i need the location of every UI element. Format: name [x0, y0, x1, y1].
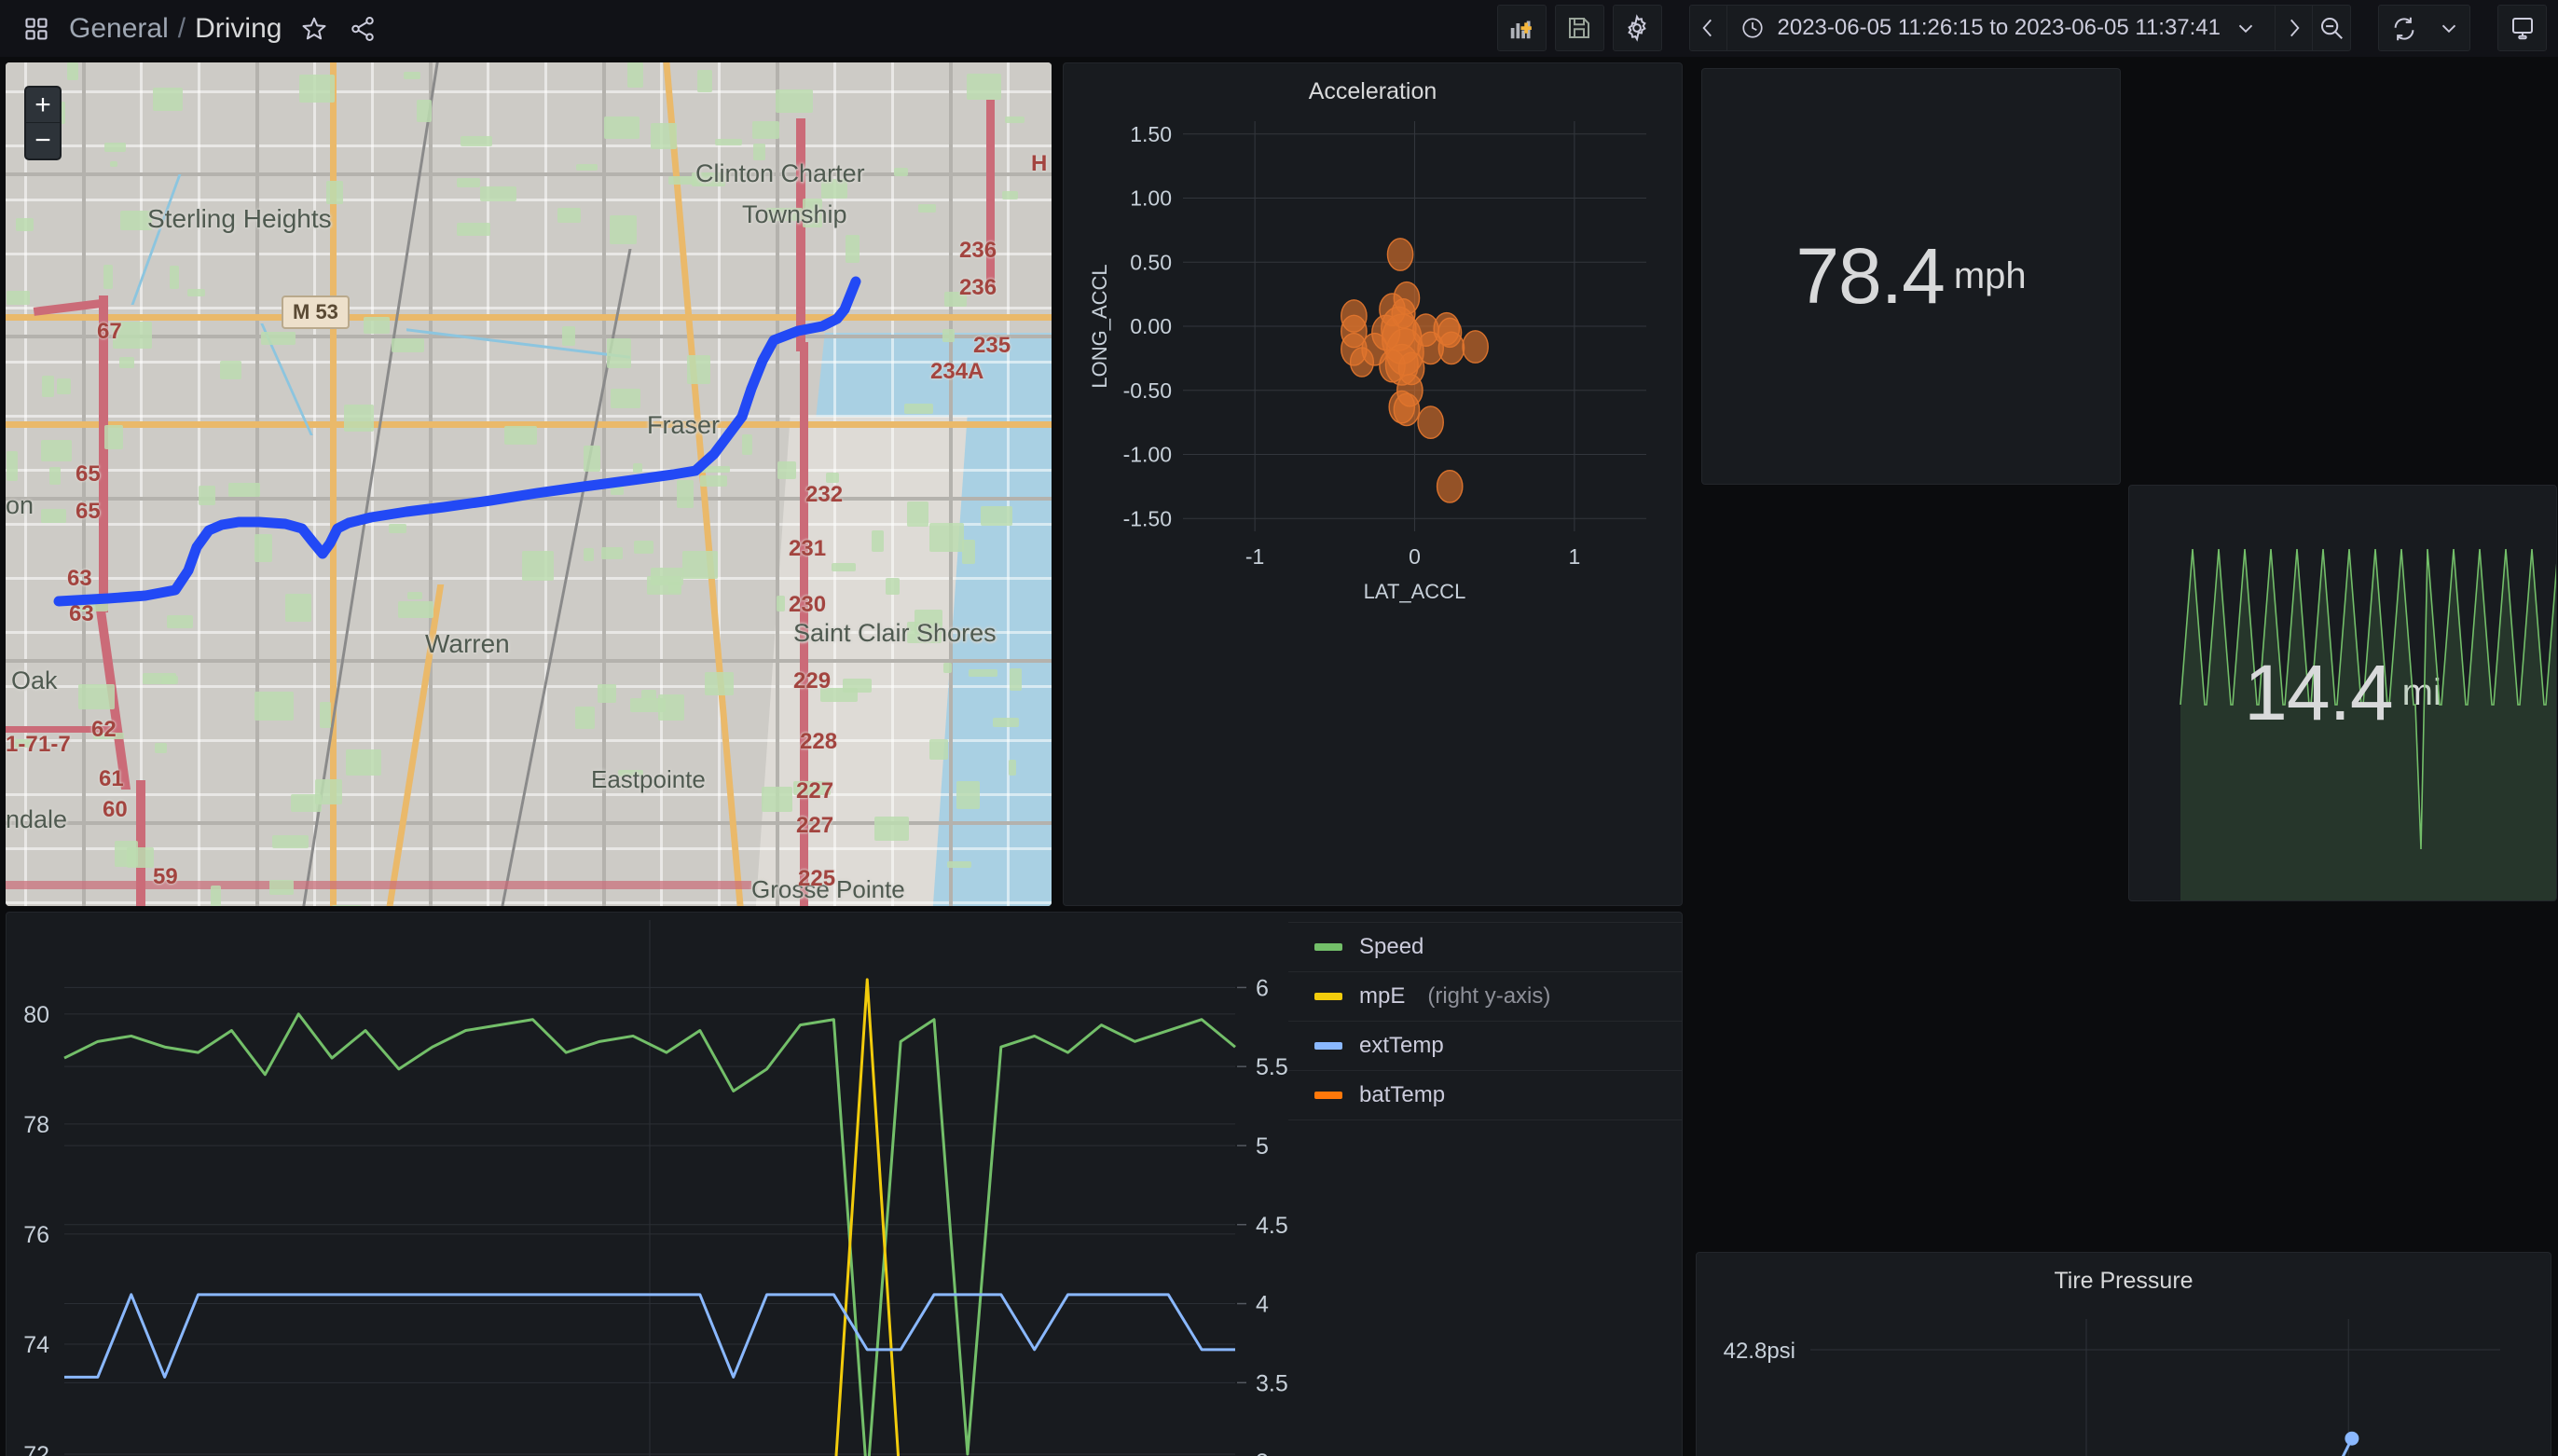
breadcrumb: General / Driving — [21, 13, 378, 45]
map-canvas[interactable]: Sterling Heights Clinton Charter Township F… — [6, 62, 1052, 906]
top-navigation-bar: General / Driving 2023-06-05 11:26:15 to… — [0, 0, 2558, 57]
legend-color-swatch — [1314, 943, 1342, 951]
legend-series-name: batTemp — [1359, 1082, 1446, 1107]
share-icon[interactable] — [347, 13, 378, 45]
panel-acceleration[interactable]: Acceleration 1.50 1.00 0.50 0.00 -0.50 -1.00-… — [1063, 62, 1683, 906]
legend-series-name: mpE — [1359, 983, 1406, 1009]
tv-mode-icon[interactable] — [2497, 5, 2547, 51]
time-range-picker-group: 2023-06-05 11:26:15 to 2023-06-05 11:37:… — [1688, 5, 2351, 51]
chevron-down-icon — [2238, 24, 2253, 34]
dashboard-settings-icon[interactable] — [1612, 5, 1662, 51]
dashboard-grid-icon[interactable] — [21, 13, 52, 45]
stat-value-speed: 78.4 — [1795, 232, 1945, 320]
legend-color-swatch — [1314, 993, 1342, 1000]
map-zoom-controls[interactable]: + − — [24, 86, 62, 160]
svg-text:6: 6 — [1256, 975, 1269, 1001]
panel-title-tire-pressure: Tire Pressure — [2054, 1268, 2194, 1294]
svg-text:80: 80 — [23, 1002, 49, 1028]
svg-text:0: 0 — [1409, 544, 1421, 569]
svg-text:4: 4 — [1256, 1292, 1269, 1318]
legend-series-name: Speed — [1359, 934, 1424, 959]
dashboard-toolbar: 2023-06-05 11:26:15 to 2023-06-05 11:37:… — [1496, 5, 2547, 51]
breadcrumb-dashboard-title[interactable]: Driving — [195, 13, 282, 45]
svg-text:0.00: 0.00 — [1130, 314, 1172, 338]
legend-item[interactable]: extTemp — [1288, 1022, 1682, 1071]
acceleration-scatter-plot[interactable]: 1.50 1.00 0.50 0.00 -0.50 -1.00 -1.50 -1 0 1 LAT_A… — [1064, 93, 1683, 886]
legend-color-swatch — [1314, 1092, 1342, 1099]
panel-stat-distance[interactable]: 14.4 mi — [2128, 485, 2557, 901]
svg-text:5.5: 5.5 — [1256, 1054, 1288, 1080]
svg-text:1.00: 1.00 — [1130, 186, 1172, 211]
svg-text:-1: -1 — [1245, 544, 1264, 569]
legend-series-name: extTemp — [1359, 1033, 1444, 1058]
save-dashboard-icon[interactable] — [1554, 5, 1604, 51]
breadcrumb-separator: / — [177, 12, 186, 44]
timeseries-legend: Speed mpE (right y-axis) extTemp batTemp — [1288, 922, 1682, 1120]
svg-text:3: 3 — [1256, 1449, 1269, 1456]
svg-text:4.5: 4.5 — [1256, 1213, 1288, 1239]
legend-item[interactable]: Speed — [1288, 922, 1682, 972]
legend-axis-note: (right y-axis) — [1427, 983, 1551, 1009]
svg-text:78: 78 — [23, 1112, 49, 1138]
dashboard-grid: Sterling Heights Clinton Charter Township F… — [0, 57, 2558, 1456]
legend-item[interactable]: batTemp — [1288, 1071, 1682, 1120]
svg-text:1.50: 1.50 — [1130, 122, 1172, 146]
time-range-next-button[interactable] — [2276, 6, 2313, 50]
svg-text:1: 1 — [1568, 544, 1580, 569]
refresh-interval-dropdown[interactable] — [2428, 6, 2469, 50]
add-panel-icon[interactable] — [1496, 5, 1547, 51]
stat-value-distance: 14.4 — [2244, 649, 2393, 736]
panel-driving-timeseries[interactable]: 80 78 76 74 72 6 5.5 5 4.5 4 3.5 3 Speed mpE (right y… — [6, 912, 1683, 1456]
time-range-previous-button[interactable] — [1690, 6, 1727, 50]
svg-text:LONG_ACCL: LONG_ACCL — [1088, 264, 1111, 388]
trip-route-polyline — [53, 276, 861, 607]
time-range-label: 2023-06-05 11:26:15 to 2023-06-05 11:37:… — [1777, 15, 2221, 40]
map-zoom-out-button[interactable]: − — [26, 123, 60, 158]
map-zoom-in-button[interactable]: + — [26, 88, 60, 123]
legend-color-swatch — [1314, 1042, 1342, 1050]
svg-text:LAT_ACCL: LAT_ACCL — [1364, 580, 1466, 603]
time-range-picker[interactable]: 2023-06-05 11:26:15 to 2023-06-05 11:37:… — [1727, 6, 2276, 50]
refresh-picker-group — [2378, 5, 2470, 51]
sparkline-power — [1702, 1326, 2121, 1456]
svg-text:-1.50: -1.50 — [1123, 506, 1172, 530]
refresh-icon[interactable] — [2379, 6, 2428, 50]
legend-item[interactable]: mpE (right y-axis) — [1288, 972, 1682, 1022]
panel-trip-map[interactable]: Sterling Heights Clinton Charter Township F… — [6, 62, 1052, 906]
svg-text:72: 72 — [23, 1442, 49, 1456]
svg-text:74: 74 — [23, 1332, 49, 1358]
panel-stat-power[interactable]: 8.4 kW — [1701, 1326, 2121, 1456]
svg-text:76: 76 — [23, 1222, 49, 1248]
svg-text:0.50: 0.50 — [1130, 250, 1172, 274]
panel-stat-speed[interactable]: 78.4 mph — [1701, 68, 2121, 485]
svg-text:3.5: 3.5 — [1256, 1370, 1288, 1396]
breadcrumb-folder[interactable]: General — [69, 13, 169, 45]
zoom-out-icon[interactable] — [2313, 6, 2350, 50]
star-icon[interactable] — [298, 13, 330, 45]
svg-text:-1.00: -1.00 — [1123, 443, 1172, 467]
svg-text:5: 5 — [1256, 1133, 1269, 1160]
svg-text:-0.50: -0.50 — [1123, 378, 1172, 403]
